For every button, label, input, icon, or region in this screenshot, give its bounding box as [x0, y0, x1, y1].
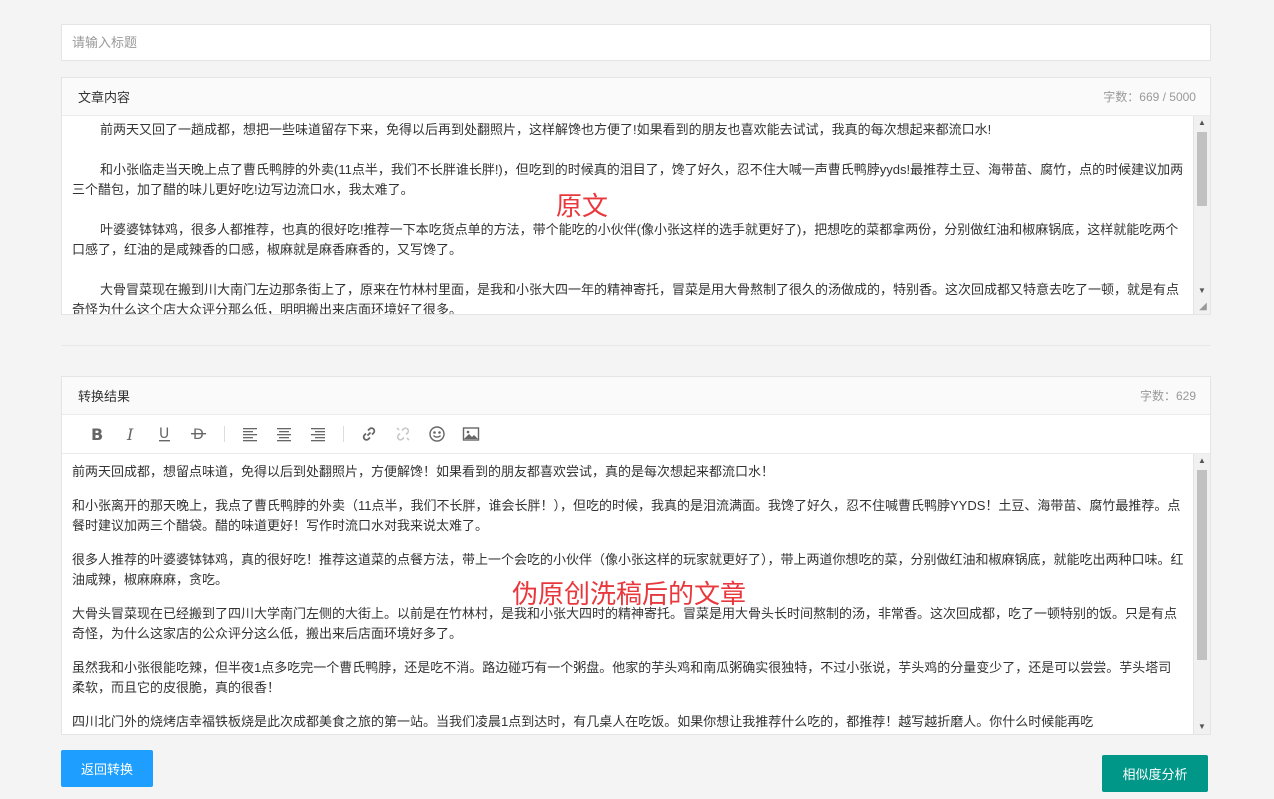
scroll-up-icon[interactable]: ▲ [1194, 454, 1210, 468]
strikethrough-icon[interactable]: D [182, 420, 216, 448]
italic-icon[interactable]: I [114, 420, 148, 448]
scroll-down-icon[interactable]: ▼ [1194, 284, 1210, 298]
article-paragraph: 叶婆婆钵钵鸡，很多人都推荐，也真的很好吃!推荐一下本吃货点单的方法，带个能吃的小… [72, 222, 1179, 257]
result-scrollbar[interactable]: ▲ ▼ [1193, 454, 1210, 734]
svg-text:I: I [126, 425, 134, 443]
result-paragraph: 虽然我和小张很能吃辣，但半夜1点多吃完一个曹氏鸭脖，还是吃不消。路边碰巧有一个粥… [72, 660, 1172, 695]
article-scroll-thumb[interactable] [1197, 132, 1207, 206]
article-scrollbar[interactable]: ▲ ▼ [1193, 116, 1210, 314]
image-icon[interactable] [454, 420, 488, 448]
result-paragraph: 四川北门外的烧烤店幸福铁板烧是此次成都美食之旅的第一站。当我们凌晨1点到达时，有… [72, 714, 1094, 729]
unlink-icon[interactable] [386, 420, 420, 448]
original-article-card: 文章内容 字数：669 / 5000 前两天又回了一趟成都，想把一些味道留存下来… [61, 77, 1211, 315]
result-header: 转换结果 字数：629 [62, 377, 1210, 415]
original-article-title: 文章内容 [78, 90, 131, 105]
similarity-analysis-button[interactable]: 相似度分析 [1102, 755, 1208, 792]
resize-grip-icon[interactable]: ◢ [1197, 301, 1209, 313]
align-center-icon[interactable] [267, 420, 301, 448]
align-right-icon[interactable] [301, 420, 335, 448]
underline-icon[interactable]: U [148, 420, 182, 448]
article-textarea[interactable]: 前两天又回了一趟成都，想把一些味道留存下来，免得以后再到处翻照片，这样解馋也方便… [62, 116, 1210, 314]
link-icon[interactable] [352, 420, 386, 448]
result-word-count: 字数：629 [1139, 389, 1196, 403]
align-left-icon[interactable] [233, 420, 267, 448]
toolbar-separator [224, 426, 225, 442]
result-annotation: 伪原创洗稿后的文章 [512, 580, 747, 610]
result-title: 转换结果 [78, 389, 131, 404]
scroll-down-icon[interactable]: ▼ [1194, 720, 1210, 734]
title-input[interactable] [61, 24, 1211, 61]
result-card: 转换结果 字数：629 B I U D 前两天回成都，想留点味道，免得以后到处翻… [61, 376, 1211, 735]
back-to-convert-button[interactable]: 返回转换 [61, 750, 153, 787]
article-text[interactable]: 前两天又回了一趟成都，想把一些味道留存下来，免得以后再到处翻照片，这样解馋也方便… [62, 116, 1210, 314]
editor-toolbar: B I U D [62, 415, 1210, 454]
svg-text:D: D [193, 427, 204, 443]
original-annotation: 原文 [556, 192, 609, 222]
result-paragraph: 和小张离开的那天晚上，我点了曹氏鸭脖的外卖（11点半，我们不长胖，谁会长胖！），… [72, 498, 1181, 533]
scroll-up-icon[interactable]: ▲ [1194, 116, 1210, 130]
article-paragraph: 前两天又回了一趟成都，想把一些味道留存下来，免得以后再到处翻照片，这样解馋也方便… [100, 122, 992, 137]
original-article-header: 文章内容 字数：669 / 5000 [62, 78, 1210, 116]
svg-text:B: B [91, 425, 103, 443]
bold-icon[interactable]: B [80, 420, 114, 448]
article-paragraph: 大骨冒菜现在搬到川大南门左边那条街上了，原来在竹林村里面，是我和小张大四一年的精… [72, 282, 1180, 314]
emoji-icon[interactable] [420, 420, 454, 448]
svg-text:U: U [159, 426, 169, 442]
result-paragraph: 前两天回成都，想留点味道，免得以后到处翻照片，方便解馋！如果看到的朋友都喜欢尝试… [72, 464, 775, 479]
original-word-count: 字数：669 / 5000 [1103, 90, 1196, 104]
result-scroll-thumb[interactable] [1197, 470, 1207, 660]
article-paragraph: 和小张临走当天晚上点了曹氏鸭脖的外卖(11点半，我们不长胖谁长胖!)，但吃到的时… [72, 162, 1184, 197]
toolbar-separator [343, 426, 344, 442]
section-divider [61, 345, 1211, 346]
